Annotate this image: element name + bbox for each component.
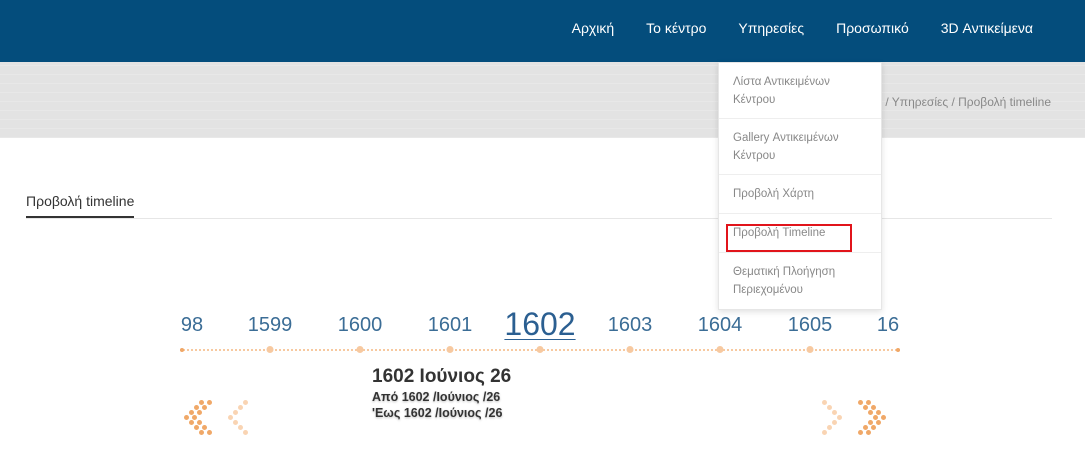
event-from-date: Από 1602 /Ιούνιος /26 xyxy=(372,390,501,404)
menu-item-thematic-navigation[interactable]: Θεματική Πλοήγηση Περιεχομένου xyxy=(719,253,881,309)
arrow-dot xyxy=(871,425,876,430)
arrow-dot xyxy=(868,410,873,415)
main-menu: Αρχική Το κέντρο Υπηρεσίες Προσωπικό 3D … xyxy=(540,0,1033,56)
arrow-dot xyxy=(238,405,243,410)
timeline-next-arrow-icon[interactable] xyxy=(822,398,892,435)
arrow-dot xyxy=(233,420,238,425)
arrow-dot xyxy=(243,430,248,435)
arrow-dot xyxy=(822,400,827,405)
arrow-dot xyxy=(827,425,832,430)
arrow-dot xyxy=(871,405,876,410)
timeline-tick xyxy=(626,346,634,353)
arrow-dot xyxy=(876,420,881,425)
arrow-dot xyxy=(194,425,199,430)
timeline-tick xyxy=(266,346,274,353)
nav-center[interactable]: Το κέντρο xyxy=(646,20,706,36)
event-title: 1602 Ιούνιος 26 xyxy=(372,366,512,387)
arrow-dot xyxy=(832,420,837,425)
nav-3d-objects[interactable]: 3D Αντικείμενα xyxy=(941,20,1033,36)
timeline-year[interactable]: 1600 xyxy=(338,314,383,337)
page-banner: / Υπηρεσίες / Προβολή timeline xyxy=(0,62,1085,138)
timeline-tick xyxy=(716,346,724,353)
arrow-dot xyxy=(207,400,212,405)
timeline-tick xyxy=(356,346,364,353)
timeline-event: 1602 Ιούνιος 26 Από 1602 /Ιούνιος /26 'Ε… xyxy=(372,366,511,420)
arrow-dot xyxy=(858,430,863,435)
timeline-year[interactable]: 16 xyxy=(877,314,899,337)
timeline-year[interactable]: 1599 xyxy=(248,314,293,337)
arrow-dot xyxy=(189,410,194,415)
menu-item-objects-list[interactable]: Λίστα Αντικειμένων Κέντρου xyxy=(719,63,881,119)
timeline-edge-tick xyxy=(180,348,184,352)
event-to-date: 'Εως 1602 /Ιούνιος /26 xyxy=(372,406,503,420)
arrow-dot xyxy=(207,430,212,435)
menu-item-label: Προβολή Timeline xyxy=(733,227,826,239)
tab-timeline-view[interactable]: Προβολή timeline xyxy=(26,193,135,218)
arrow-dot xyxy=(822,430,827,435)
arrow-dot xyxy=(243,400,248,405)
timeline-tick xyxy=(446,346,454,353)
tab-divider xyxy=(26,218,1052,219)
arrow-dot xyxy=(202,405,207,410)
arrow-dot xyxy=(199,430,204,435)
timeline-edge-tick xyxy=(896,348,900,352)
arrow-dot xyxy=(827,405,832,410)
menu-item-objects-gallery[interactable]: Gallery Αντικειμένων Κέντρου xyxy=(719,119,881,175)
arrow-dot xyxy=(194,405,199,410)
timeline-year[interactable]: 1604 xyxy=(698,314,743,337)
arrow-dot xyxy=(238,425,243,430)
arrow-dot xyxy=(197,420,202,425)
arrow-dot xyxy=(228,415,233,420)
services-dropdown-menu: Λίστα Αντικειμένων Κέντρου Gallery Αντικ… xyxy=(718,62,882,310)
arrow-dot xyxy=(184,415,189,420)
timeline-year[interactable]: 1601 xyxy=(428,314,473,337)
nav-home[interactable]: Αρχική xyxy=(572,20,615,36)
timeline-prev-arrow-icon[interactable] xyxy=(178,398,248,435)
arrow-dot xyxy=(192,415,197,420)
timeline-year[interactable]: 98 xyxy=(181,314,203,337)
nav-services[interactable]: Υπηρεσίες xyxy=(738,20,804,36)
top-navbar: Αρχική Το κέντρο Υπηρεσίες Προσωπικό 3D … xyxy=(0,0,1085,62)
arrow-dot xyxy=(189,420,194,425)
menu-item-map-view[interactable]: Προβολή Χάρτη xyxy=(719,175,881,214)
timeline-year[interactable]: 1603 xyxy=(608,314,653,337)
timeline-year[interactable]: 1605 xyxy=(788,314,833,337)
menu-item-label: Λίστα Αντικειμένων Κέντρου xyxy=(733,75,830,106)
arrow-dot xyxy=(202,425,207,430)
menu-item-label: Προβολή Χάρτη xyxy=(733,188,815,200)
arrow-dot xyxy=(832,410,837,415)
menu-item-label: Θεματική Πλοήγηση Περιεχομένου xyxy=(733,266,836,296)
timeline-tick xyxy=(536,346,544,353)
arrow-dot xyxy=(197,410,202,415)
arrow-dot xyxy=(881,415,886,420)
breadcrumb: / Υπηρεσίες / Προβολή timeline xyxy=(885,95,1051,109)
timeline-tick xyxy=(806,346,814,353)
timeline-year-active[interactable]: 1602 xyxy=(504,306,575,343)
arrow-dot xyxy=(199,400,204,405)
nav-staff[interactable]: Προσωπικό xyxy=(836,20,909,36)
arrow-dot xyxy=(876,410,881,415)
arrow-dot xyxy=(858,400,863,405)
arrow-dot xyxy=(866,400,871,405)
arrow-dot xyxy=(233,410,238,415)
arrow-dot xyxy=(866,430,871,435)
arrow-dot xyxy=(837,415,842,420)
arrow-dot xyxy=(863,405,868,410)
menu-item-label: Gallery Αντικειμένων Κέντρου xyxy=(733,131,839,162)
menu-item-timeline-view[interactable]: Προβολή Timeline xyxy=(719,214,881,253)
